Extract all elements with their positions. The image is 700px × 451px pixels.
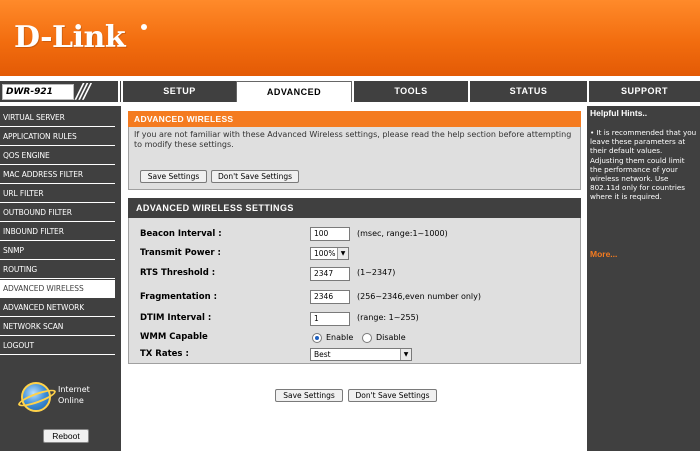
tab-status[interactable]: STATUS xyxy=(468,81,587,102)
intro-title: ADVANCED WIRELESS xyxy=(128,111,581,127)
settings-title: ADVANCED WIRELESS SETTINGS xyxy=(128,198,581,218)
more-link[interactable]: More... xyxy=(590,249,617,259)
helpful-hints-text: • It is recommended that you leave these… xyxy=(590,128,697,202)
model-name: DWR-921 xyxy=(2,84,74,100)
beacon-interval-input[interactable]: 100 xyxy=(310,227,350,241)
intro-text: If you are not familiar with these Advan… xyxy=(134,130,572,149)
dlink-logo: D-Link xyxy=(14,20,126,55)
sidebar-item-outbound-filter[interactable]: OUTBOUND FILTER xyxy=(0,204,115,222)
internet-status: Internet Online xyxy=(58,384,90,406)
sidebar-item-advanced-wireless[interactable]: ADVANCED WIRELESS xyxy=(0,280,115,298)
fragmentation-label: Fragmentation : xyxy=(140,292,217,302)
wmm-capable-label: WMM Capable xyxy=(140,332,208,342)
sidebar-item-qos-engine[interactable]: QOS ENGINE xyxy=(0,147,115,165)
tx-rates-value: Best xyxy=(314,350,331,359)
sidebar-item-virtual-server[interactable]: VIRTUAL SERVER xyxy=(0,109,115,127)
dtim-interval-label: DTIM Interval : xyxy=(140,313,212,323)
rts-threshold-label: RTS Threshold : xyxy=(140,268,216,278)
wmm-enable-radio[interactable] xyxy=(312,333,322,343)
internet-status-line1: Internet xyxy=(58,385,90,394)
sidebar-item-mac-address-filter[interactable]: MAC ADDRESS FILTER xyxy=(0,166,115,184)
tx-rates-select[interactable]: Best ▼ xyxy=(310,348,412,361)
dont-save-settings-button-bottom[interactable]: Don't Save Settings xyxy=(348,389,437,402)
save-settings-button-bottom[interactable]: Save Settings xyxy=(275,389,343,402)
beacon-interval-label: Beacon Interval : xyxy=(140,229,222,239)
tab-tools[interactable]: TOOLS xyxy=(352,81,468,102)
dont-save-settings-button-top[interactable]: Don't Save Settings xyxy=(211,170,299,183)
fragmentation-hint: (256~2346,even number only) xyxy=(357,292,481,301)
slashes-icon: /// xyxy=(76,79,90,103)
chevron-down-icon: ▼ xyxy=(400,349,411,360)
sidebar-item-routing[interactable]: ROUTING xyxy=(0,261,115,279)
sidebar-item-network-scan[interactable]: NETWORK SCAN xyxy=(0,318,115,336)
wmm-disable-label: Disable xyxy=(376,333,406,342)
internet-status-line2: Online xyxy=(58,396,84,405)
dtim-interval-hint: (range: 1~255) xyxy=(357,313,419,322)
save-settings-button-top[interactable]: Save Settings xyxy=(140,170,207,183)
fragmentation-input[interactable]: 2346 xyxy=(310,290,350,304)
dtim-interval-input[interactable]: 1 xyxy=(310,312,350,326)
tab-advanced[interactable]: ADVANCED xyxy=(236,81,352,102)
sidebar-item-inbound-filter[interactable]: INBOUND FILTER xyxy=(0,223,115,241)
reboot-button[interactable]: Reboot xyxy=(43,429,89,443)
logo-dot-icon xyxy=(141,24,147,30)
tab-support[interactable]: SUPPORT xyxy=(587,81,700,102)
wmm-enable-label: Enable xyxy=(326,333,354,342)
rts-threshold-hint: (1~2347) xyxy=(357,268,396,277)
sidebar-item-advanced-network[interactable]: ADVANCED NETWORK xyxy=(0,299,115,317)
transmit-power-label: Transmit Power : xyxy=(140,248,221,258)
sidebar-item-logout[interactable]: LOGOUT xyxy=(0,337,115,355)
rts-threshold-input[interactable]: 2347 xyxy=(310,267,350,281)
sidebar-item-snmp[interactable]: SNMP xyxy=(0,242,115,260)
tx-rates-label: TX Rates : xyxy=(140,349,189,359)
wmm-disable-radio[interactable] xyxy=(362,333,372,343)
sidebar-item-application-rules[interactable]: APPLICATION RULES xyxy=(0,128,115,146)
transmit-power-value: 100% xyxy=(314,249,336,258)
transmit-power-select[interactable]: 100% ▼ xyxy=(310,247,349,260)
beacon-interval-hint: (msec, range:1~1000) xyxy=(357,229,448,238)
tab-setup[interactable]: SETUP xyxy=(121,81,236,102)
helpful-hints-title: Helpful Hints.. xyxy=(590,108,648,118)
sidebar-item-url-filter[interactable]: URL FILTER xyxy=(0,185,115,203)
chevron-down-icon: ▼ xyxy=(337,248,348,259)
